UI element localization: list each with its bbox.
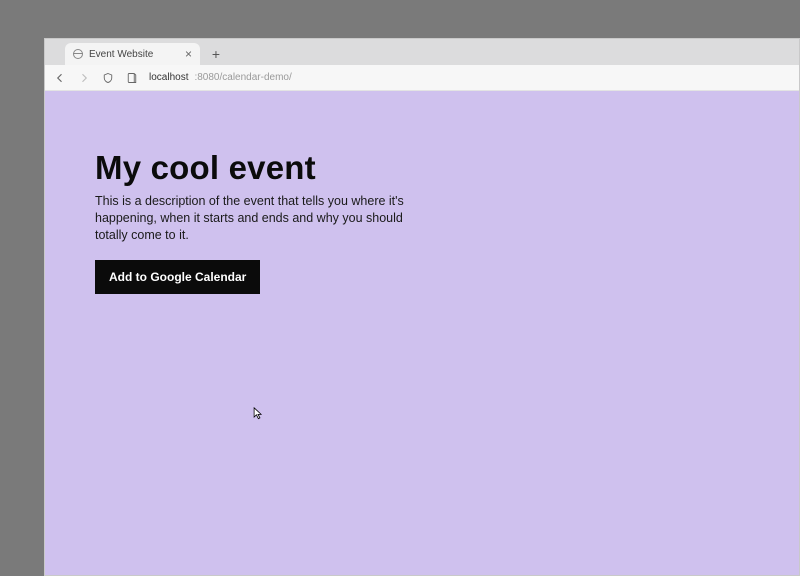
cursor-icon: [253, 407, 263, 421]
back-button[interactable]: [53, 71, 67, 85]
url-path: :8080/calendar-demo/: [194, 72, 291, 83]
site-info-button[interactable]: [125, 71, 139, 85]
arrow-right-icon: [78, 72, 90, 84]
url-input[interactable]: localhost :8080/calendar-demo/: [149, 72, 791, 83]
shield-button[interactable]: [101, 71, 115, 85]
page-description: This is a description of the event that …: [95, 193, 425, 244]
globe-icon: [73, 49, 83, 59]
page-icon: [126, 72, 138, 84]
page-title: My cool event: [95, 149, 799, 187]
add-to-google-calendar-button[interactable]: Add to Google Calendar: [95, 260, 260, 294]
close-icon[interactable]: ×: [185, 48, 192, 60]
url-host: localhost: [149, 72, 188, 83]
plus-icon: +: [212, 46, 220, 62]
browser-window: Event Website × + localhost :8080/calenda…: [44, 38, 800, 576]
new-tab-button[interactable]: +: [206, 44, 226, 64]
shield-icon: [102, 72, 114, 84]
tab-strip: Event Website × +: [45, 39, 799, 65]
browser-tab[interactable]: Event Website ×: [65, 43, 200, 65]
page-viewport: My cool event This is a description of t…: [45, 91, 799, 575]
forward-button[interactable]: [77, 71, 91, 85]
arrow-left-icon: [54, 72, 66, 84]
tab-title: Event Website: [89, 49, 179, 60]
address-bar: localhost :8080/calendar-demo/: [45, 65, 799, 91]
